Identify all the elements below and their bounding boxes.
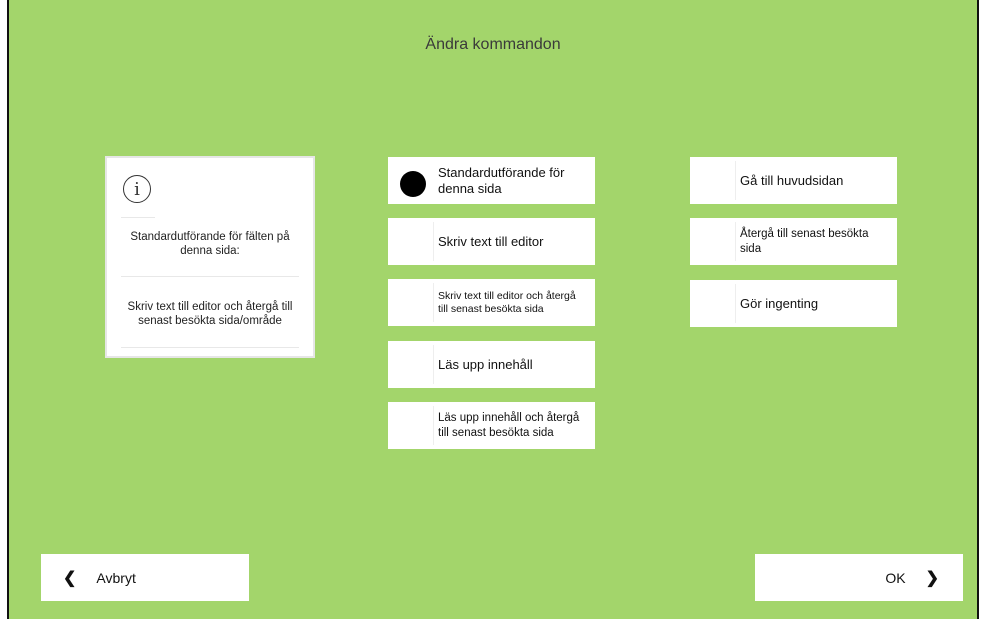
divider	[121, 217, 155, 218]
chevron-left-icon: ❮	[63, 569, 77, 587]
option-label: Gör ingenting	[740, 295, 819, 311]
option-label: Återgå till senast besökta sida	[740, 227, 869, 255]
divider	[121, 347, 299, 348]
option-write-editor-return[interactable]: Skriv text till editor och återgå till s…	[388, 279, 595, 326]
option-label: Skriv text till editor	[438, 233, 544, 249]
selected-dot-icon	[400, 171, 426, 197]
ok-button[interactable]: OK ❯	[755, 554, 963, 601]
divider	[433, 345, 434, 384]
info-description: Skriv text till editor och återgå till s…	[127, 301, 293, 327]
option-label: Standardutförande för denna sida	[438, 164, 565, 196]
option-do-nothing[interactable]: Gör ingenting	[690, 280, 897, 327]
option-label: Läs upp innehåll	[438, 356, 533, 372]
option-label: Gå till huvudsidan	[740, 172, 844, 188]
divider	[735, 161, 736, 200]
info-icon: i	[123, 175, 151, 203]
divider	[735, 284, 736, 323]
option-read-content-return[interactable]: Läs upp innehåll och återgå till senast …	[388, 402, 595, 449]
chevron-right-icon: ❯	[925, 569, 939, 587]
divider	[433, 283, 434, 322]
option-standard[interactable]: Standardutförande för denna sida	[388, 157, 595, 204]
dialog: Ändra kommandon i Standardutförande för …	[7, 0, 979, 619]
info-panel: i Standardutförande för fälten på denna …	[105, 156, 315, 358]
cancel-label: Avbryt	[96, 569, 136, 586]
option-go-home[interactable]: Gå till huvudsidan	[690, 157, 897, 204]
page-title: Ändra kommandon	[425, 36, 561, 53]
option-label: Läs upp innehåll och återgå till senast …	[438, 411, 580, 439]
divider	[433, 222, 434, 261]
divider	[121, 276, 299, 277]
option-return-last[interactable]: Återgå till senast besökta sida	[690, 218, 897, 265]
option-read-content[interactable]: Läs upp innehåll	[388, 341, 595, 388]
option-write-editor[interactable]: Skriv text till editor	[388, 218, 595, 265]
info-heading: Standardutförande för fälten på denna si…	[130, 231, 290, 257]
divider	[433, 406, 434, 445]
option-label: Skriv text till editor och återgå till s…	[438, 289, 576, 315]
ok-label: OK	[885, 569, 906, 586]
cancel-button[interactable]: ❮ Avbryt	[41, 554, 249, 601]
divider	[735, 222, 736, 261]
